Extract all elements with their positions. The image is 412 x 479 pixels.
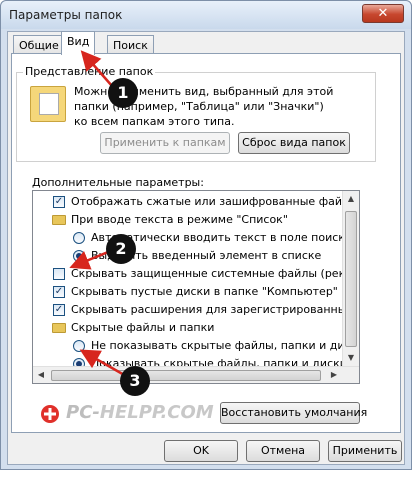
item-label: Не показывать скрытые файлы, папки и дис… (91, 339, 360, 352)
folder-icon (52, 215, 66, 225)
vertical-scrollbar[interactable]: ▲ ▼ (342, 191, 359, 367)
item-label: Скрывать пустые диски в папке "Компьютер… (71, 285, 338, 298)
check-icon: ✓ (54, 304, 64, 315)
checkbox[interactable]: ✓ (53, 304, 65, 316)
horizontal-scroll-thumb[interactable] (51, 370, 321, 381)
description-line: ко всем папкам этого типа. (74, 115, 235, 128)
close-icon: ✕ (377, 6, 389, 21)
scroll-down-icon[interactable]: ▼ (346, 353, 356, 363)
close-button[interactable]: ✕ (362, 4, 404, 23)
vertical-scroll-thumb[interactable] (345, 211, 357, 347)
reset-folders-button[interactable]: Сброс вида папок (238, 132, 350, 154)
callout-3: 3 (120, 366, 150, 396)
folder-grid-icon (39, 93, 59, 115)
plus-logo-icon (41, 405, 59, 423)
item-label: Скрывать защищенные системные файлы (рек… (71, 267, 360, 280)
restore-defaults-button[interactable]: Восстановить умолчания (220, 402, 367, 424)
check-icon: ✓ (54, 286, 64, 297)
watermark-text: PC-HELPP.COM (66, 402, 214, 423)
checkbox[interactable]: ✓ (53, 286, 65, 298)
folder-view-icon (30, 86, 66, 122)
title-bar[interactable]: Параметры папок ✕ (1, 1, 411, 29)
page-background-strip (0, 470, 412, 479)
tab-search-label: Поиск (113, 39, 148, 52)
callout-2: 2 (106, 234, 136, 264)
checkbox[interactable] (53, 268, 65, 280)
horizontal-scrollbar[interactable]: ◀ ▶ (33, 366, 359, 383)
apply-label: Применить (332, 444, 398, 457)
apply-button[interactable]: Применить (328, 440, 402, 462)
cancel-button[interactable]: Отмена (246, 440, 320, 462)
tab-search[interactable]: Поиск (107, 35, 154, 55)
tab-view[interactable]: Вид (61, 31, 96, 55)
callout-1-number: 1 (117, 83, 129, 102)
advanced-settings-tree[interactable]: ✓ Отображать сжатые или зашифрованные фа… (32, 190, 360, 384)
item-label: Скрытые файлы и папки (71, 321, 215, 334)
tab-general[interactable]: Общие (13, 35, 65, 55)
advanced-settings-label: Дополнительные параметры: (32, 176, 204, 189)
cancel-label: Отмена (260, 444, 306, 457)
window-title: Параметры папок (9, 8, 123, 22)
callout-1: 1 (108, 78, 138, 108)
tab-view-label: Вид (67, 35, 90, 48)
item-label: При вводе текста в режиме "Список" (71, 213, 288, 226)
scroll-up-icon[interactable]: ▲ (346, 194, 356, 204)
apply-to-folders-label: Применить к папкам (104, 136, 226, 149)
folder-icon (52, 323, 66, 333)
restore-defaults-label: Восстановить умолчания (221, 406, 368, 419)
checkbox[interactable]: ✓ (53, 196, 65, 208)
callout-3-number: 3 (129, 371, 141, 390)
tab-general-label: Общие (19, 39, 59, 52)
item-label: Отображать сжатые или зашифрованные файл… (71, 195, 360, 208)
folder-view-group-label: Представление папок (23, 65, 156, 78)
ok-button[interactable]: OK (164, 440, 238, 462)
scroll-left-icon[interactable]: ◀ (36, 370, 46, 380)
radio-button[interactable] (73, 232, 85, 244)
item-label: Скрывать расширения для зарегистрированн… (71, 303, 360, 316)
scroll-right-icon[interactable]: ▶ (329, 370, 339, 380)
callout-2-number: 2 (115, 239, 127, 258)
apply-to-folders-button[interactable]: Применить к папкам (100, 132, 230, 154)
check-icon: ✓ (54, 196, 64, 207)
radio-button[interactable] (73, 340, 85, 352)
ok-label: OK (193, 444, 209, 457)
radio-button[interactable] (73, 250, 85, 262)
reset-folders-label: Сброс вида папок (242, 136, 346, 149)
